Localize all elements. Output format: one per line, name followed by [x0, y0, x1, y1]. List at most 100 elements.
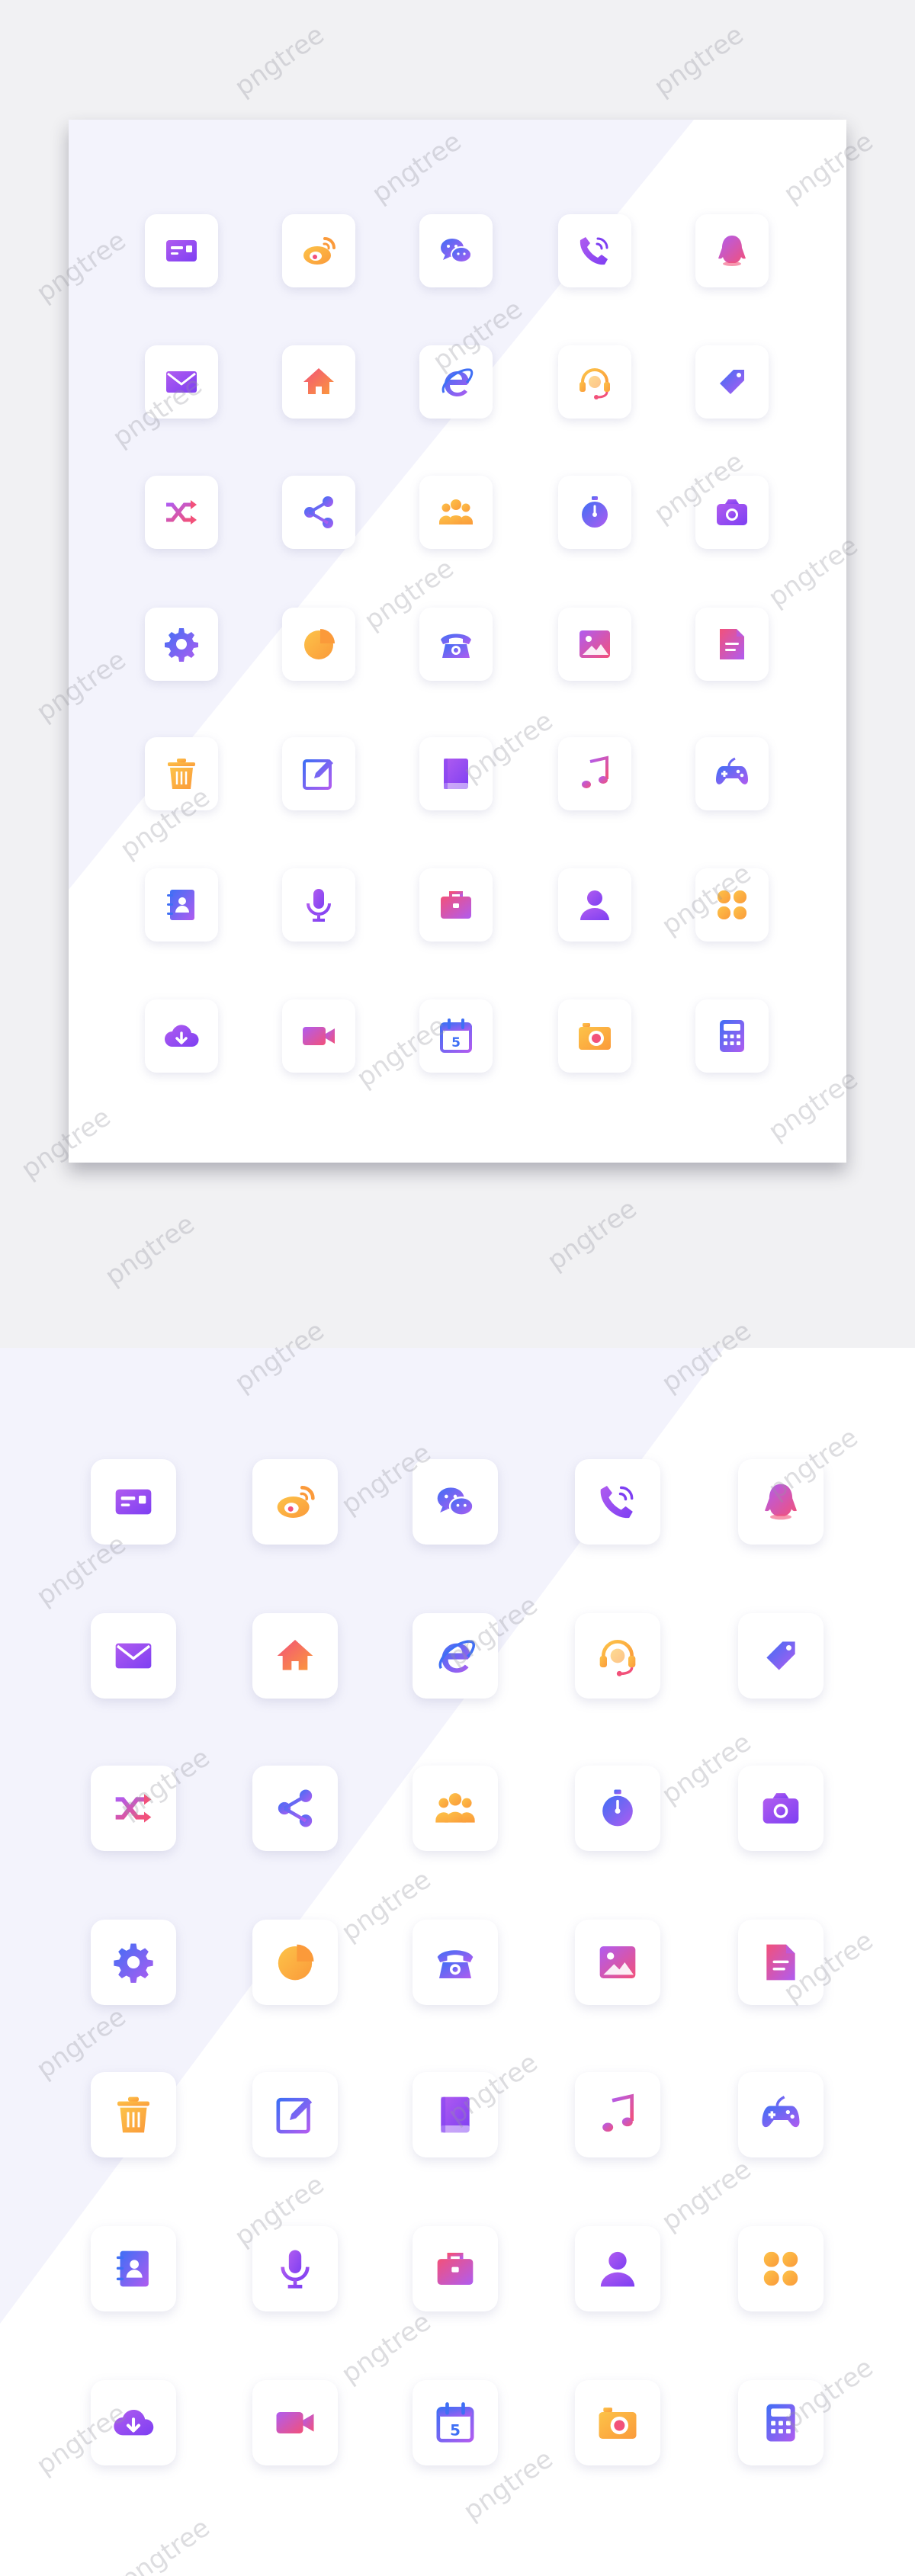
calculator-icon	[766, 2404, 795, 2442]
icon-tile-trash[interactable]	[91, 2072, 176, 2157]
icon-tile-shuffle[interactable]	[91, 1766, 176, 1851]
icon-tile-mail[interactable]	[91, 1613, 176, 1699]
ie-browser-icon	[438, 1640, 475, 1673]
shuffle-icon	[166, 500, 197, 525]
icon-tile-cloud-download[interactable]	[145, 999, 218, 1073]
icon-tile-id-card[interactable]	[91, 1459, 176, 1545]
icon-tile-wechat[interactable]	[419, 214, 493, 287]
icon-tile-microphone[interactable]	[282, 868, 355, 942]
icon-tile-edit[interactable]	[252, 2072, 338, 2157]
icon-tile-calculator[interactable]	[738, 2380, 824, 2465]
icon-tile-video-camera[interactable]	[252, 2380, 338, 2465]
icon-tile-music[interactable]	[558, 737, 631, 810]
cloud-download-icon	[165, 1025, 199, 1047]
icon-tile-qq-penguin[interactable]	[738, 1459, 824, 1545]
watermark-text: pngtree	[541, 1193, 643, 1277]
icon-tile-pie-chart[interactable]	[252, 1920, 338, 2005]
home-icon	[277, 1640, 313, 1670]
icon-tile-gamepad[interactable]	[738, 2072, 824, 2157]
icon-tile-book[interactable]	[413, 2072, 498, 2157]
wechat-icon	[437, 1487, 474, 1516]
icon-tile-headset[interactable]	[558, 345, 631, 419]
icon-tile-telephone[interactable]	[413, 1920, 498, 2005]
icon-tile-cloud-download[interactable]	[91, 2380, 176, 2465]
icon-tile-camera[interactable]	[695, 476, 769, 549]
icon-tile-qq-penguin[interactable]	[695, 214, 769, 287]
icon-tile-gamepad[interactable]	[695, 737, 769, 810]
icon-tile-share[interactable]	[282, 476, 355, 549]
settings-gear-icon	[165, 628, 198, 662]
watermark-text: pngtree	[229, 19, 330, 103]
icon-tile-stopwatch[interactable]	[558, 476, 631, 549]
icon-tile-id-card[interactable]	[145, 214, 218, 287]
icon-tile-tag[interactable]	[695, 345, 769, 419]
phone-call-icon	[580, 237, 608, 265]
icon-tile-camera[interactable]	[738, 1766, 824, 1851]
icon-tile-calendar[interactable]: 5	[413, 2380, 498, 2465]
icon-tile-music[interactable]	[575, 2072, 660, 2157]
icon-tile-stopwatch[interactable]	[575, 1766, 660, 1851]
telephone-icon	[441, 634, 471, 658]
icon-tile-group[interactable]	[419, 476, 493, 549]
icon-tile-edit[interactable]	[282, 737, 355, 810]
icon-tile-telephone[interactable]	[419, 608, 493, 681]
icon-tile-photo-camera[interactable]	[558, 999, 631, 1073]
icon-tile-user[interactable]	[575, 2226, 660, 2311]
icon-tile-phone-call[interactable]	[575, 1459, 660, 1545]
icon-tile-briefcase[interactable]	[419, 868, 493, 942]
icon-tile-home[interactable]	[252, 1613, 338, 1699]
id-card-icon	[115, 1489, 152, 1515]
icon-tile-weibo[interactable]	[252, 1459, 338, 1545]
icon-tile-microphone[interactable]	[252, 2226, 338, 2311]
icon-tile-mail[interactable]	[145, 345, 218, 419]
icon-tile-shuffle[interactable]	[145, 476, 218, 549]
icon-tile-image[interactable]	[558, 608, 631, 681]
gamepad-icon	[716, 757, 748, 784]
icon-tile-book[interactable]	[419, 737, 493, 810]
calendar-day-number: 5	[451, 1035, 461, 1051]
icon-tile-settings-gear[interactable]	[145, 608, 218, 681]
icon-tile-apps-clover[interactable]	[695, 868, 769, 942]
icon-tile-user[interactable]	[558, 868, 631, 942]
icon-tile-contacts[interactable]	[91, 2226, 176, 2311]
user-icon	[600, 2251, 635, 2287]
icon-tile-phone-call[interactable]	[558, 214, 631, 287]
icon-tile-weibo[interactable]	[282, 214, 355, 287]
icon-tile-settings-gear[interactable]	[91, 1920, 176, 2005]
icon-tile-calculator[interactable]	[695, 999, 769, 1073]
icon-tile-pie-chart[interactable]	[282, 608, 355, 681]
icon-tile-video-camera[interactable]	[282, 999, 355, 1073]
music-icon	[582, 755, 608, 788]
icon-tile-group[interactable]	[413, 1766, 498, 1851]
icon-tile-photo-camera[interactable]	[575, 2380, 660, 2465]
icon-tile-image[interactable]	[575, 1920, 660, 2005]
contacts-icon	[167, 890, 194, 920]
icon-tile-briefcase[interactable]	[413, 2226, 498, 2311]
icon-tile-document[interactable]	[695, 608, 769, 681]
mail-icon	[115, 1643, 152, 1669]
pie-chart-icon	[278, 1944, 314, 1981]
trash-icon	[168, 759, 195, 789]
tag-icon	[720, 370, 744, 394]
icon-tile-share[interactable]	[252, 1766, 338, 1851]
icon-tile-tag[interactable]	[738, 1613, 824, 1699]
tag-icon	[766, 1641, 795, 1670]
icon-tile-ie-browser[interactable]	[419, 345, 493, 419]
ie-browser-icon	[441, 368, 474, 396]
icon-tile-trash[interactable]	[145, 737, 218, 810]
icon-tile-document[interactable]	[738, 1920, 824, 2005]
image-icon	[599, 1946, 636, 1978]
group-icon	[435, 1793, 475, 1823]
icon-tile-wechat[interactable]	[413, 1459, 498, 1545]
icon-tile-apps-clover[interactable]	[738, 2226, 824, 2311]
share-icon	[304, 496, 333, 528]
image-icon	[580, 630, 610, 658]
home-icon	[303, 368, 334, 394]
camera-icon	[717, 499, 747, 525]
icon-tile-home[interactable]	[282, 345, 355, 419]
icon-tile-calendar[interactable]: 5	[419, 999, 493, 1073]
icon-tile-ie-browser[interactable]	[413, 1613, 498, 1699]
icon-tile-headset[interactable]	[575, 1613, 660, 1699]
calendar-day-number: 5	[450, 2421, 461, 2439]
icon-tile-contacts[interactable]	[145, 868, 218, 942]
